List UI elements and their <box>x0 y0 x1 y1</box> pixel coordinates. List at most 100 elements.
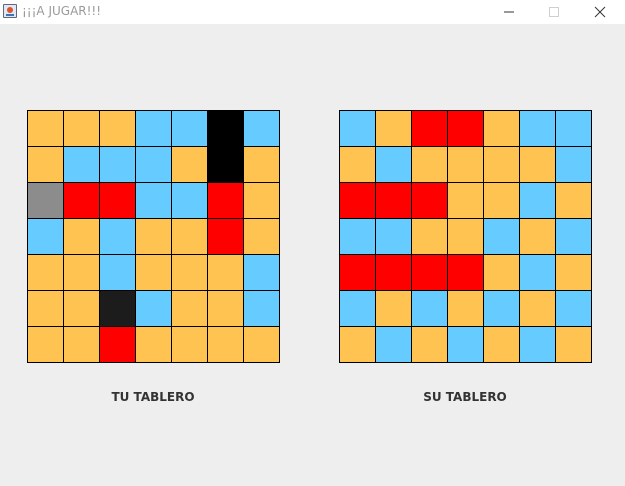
player-board-cell[interactable] <box>172 111 208 147</box>
opponent-board-cell[interactable] <box>448 327 484 363</box>
opponent-board-cell[interactable] <box>556 111 592 147</box>
opponent-board-cell[interactable] <box>448 183 484 219</box>
player-board-cell[interactable] <box>244 147 280 183</box>
player-board-cell[interactable] <box>244 327 280 363</box>
player-board-cell[interactable] <box>100 291 136 327</box>
player-board-cell[interactable] <box>64 255 100 291</box>
player-board-cell[interactable] <box>136 219 172 255</box>
player-board-cell[interactable] <box>244 183 280 219</box>
opponent-board-cell[interactable] <box>340 255 376 291</box>
opponent-board-cell[interactable] <box>484 291 520 327</box>
opponent-board-cell[interactable] <box>340 327 376 363</box>
opponent-board-cell[interactable] <box>520 183 556 219</box>
player-board-cell[interactable] <box>208 291 244 327</box>
player-board-cell[interactable] <box>172 255 208 291</box>
opponent-board-cell[interactable] <box>448 147 484 183</box>
opponent-board-cell[interactable] <box>520 147 556 183</box>
opponent-board-cell[interactable] <box>520 327 556 363</box>
opponent-board-cell[interactable] <box>340 111 376 147</box>
opponent-board-cell[interactable] <box>340 219 376 255</box>
player-board-cell[interactable] <box>64 147 100 183</box>
player-board-cell[interactable] <box>100 255 136 291</box>
player-board-cell[interactable] <box>64 327 100 363</box>
player-board-cell[interactable] <box>64 183 100 219</box>
player-board-cell[interactable] <box>100 219 136 255</box>
opponent-board-cell[interactable] <box>376 219 412 255</box>
opponent-board-cell[interactable] <box>520 219 556 255</box>
player-board-cell[interactable] <box>208 219 244 255</box>
maximize-button[interactable] <box>531 0 577 24</box>
minimize-button[interactable] <box>486 0 532 24</box>
player-board-cell[interactable] <box>28 147 64 183</box>
opponent-board-cell[interactable] <box>448 255 484 291</box>
player-board-cell[interactable] <box>208 255 244 291</box>
opponent-board-cell[interactable] <box>520 255 556 291</box>
player-board-cell[interactable] <box>208 183 244 219</box>
opponent-board-cell[interactable] <box>412 147 448 183</box>
player-board-cell[interactable] <box>100 147 136 183</box>
opponent-board-cell[interactable] <box>412 327 448 363</box>
player-board-cell[interactable] <box>244 291 280 327</box>
opponent-board-cell[interactable] <box>412 219 448 255</box>
player-board-cell[interactable] <box>208 147 244 183</box>
opponent-board-cell[interactable] <box>412 183 448 219</box>
opponent-board-cell[interactable] <box>556 255 592 291</box>
player-board-cell[interactable] <box>28 183 64 219</box>
opponent-board-cell[interactable] <box>448 111 484 147</box>
player-board-cell[interactable] <box>208 111 244 147</box>
player-board-cell[interactable] <box>244 255 280 291</box>
player-board-cell[interactable] <box>136 327 172 363</box>
opponent-board-cell[interactable] <box>448 219 484 255</box>
opponent-board-cell[interactable] <box>376 147 412 183</box>
opponent-board-cell[interactable] <box>412 111 448 147</box>
opponent-board-cell[interactable] <box>376 255 412 291</box>
player-board-cell[interactable] <box>244 219 280 255</box>
player-board-cell[interactable] <box>64 219 100 255</box>
opponent-board-cell[interactable] <box>520 111 556 147</box>
opponent-board-cell[interactable] <box>484 111 520 147</box>
opponent-board-cell[interactable] <box>376 327 412 363</box>
opponent-board-cell[interactable] <box>484 147 520 183</box>
player-board-cell[interactable] <box>172 291 208 327</box>
opponent-board-cell[interactable] <box>556 327 592 363</box>
player-board-cell[interactable] <box>244 111 280 147</box>
opponent-board-cell[interactable] <box>556 183 592 219</box>
opponent-board-cell[interactable] <box>340 147 376 183</box>
opponent-board-cell[interactable] <box>340 291 376 327</box>
player-board-cell[interactable] <box>136 183 172 219</box>
opponent-board-cell[interactable] <box>376 111 412 147</box>
opponent-board-cell[interactable] <box>376 291 412 327</box>
opponent-board-cell[interactable] <box>484 255 520 291</box>
opponent-board-cell[interactable] <box>340 183 376 219</box>
opponent-board-cell[interactable] <box>412 291 448 327</box>
player-board-cell[interactable] <box>208 327 244 363</box>
opponent-board-cell[interactable] <box>484 183 520 219</box>
close-button[interactable] <box>577 0 623 24</box>
player-board-cell[interactable] <box>136 147 172 183</box>
opponent-board-cell[interactable] <box>484 219 520 255</box>
player-board-cell[interactable] <box>172 183 208 219</box>
player-board-cell[interactable] <box>136 291 172 327</box>
player-board-cell[interactable] <box>64 111 100 147</box>
opponent-board-cell[interactable] <box>448 291 484 327</box>
opponent-board-cell[interactable] <box>556 219 592 255</box>
player-board-cell[interactable] <box>28 327 64 363</box>
player-board-cell[interactable] <box>136 111 172 147</box>
player-board-cell[interactable] <box>28 219 64 255</box>
opponent-board-cell[interactable] <box>556 291 592 327</box>
player-board-cell[interactable] <box>172 219 208 255</box>
player-board-cell[interactable] <box>100 327 136 363</box>
player-board-cell[interactable] <box>172 327 208 363</box>
player-board-cell[interactable] <box>28 255 64 291</box>
player-board-cell[interactable] <box>172 147 208 183</box>
player-board-cell[interactable] <box>100 183 136 219</box>
opponent-board-cell[interactable] <box>484 327 520 363</box>
player-board-cell[interactable] <box>28 111 64 147</box>
opponent-board-cell[interactable] <box>376 183 412 219</box>
opponent-board-cell[interactable] <box>556 147 592 183</box>
player-board-cell[interactable] <box>28 291 64 327</box>
player-board-cell[interactable] <box>100 111 136 147</box>
opponent-board-cell[interactable] <box>412 255 448 291</box>
player-board-cell[interactable] <box>64 291 100 327</box>
player-board-cell[interactable] <box>136 255 172 291</box>
